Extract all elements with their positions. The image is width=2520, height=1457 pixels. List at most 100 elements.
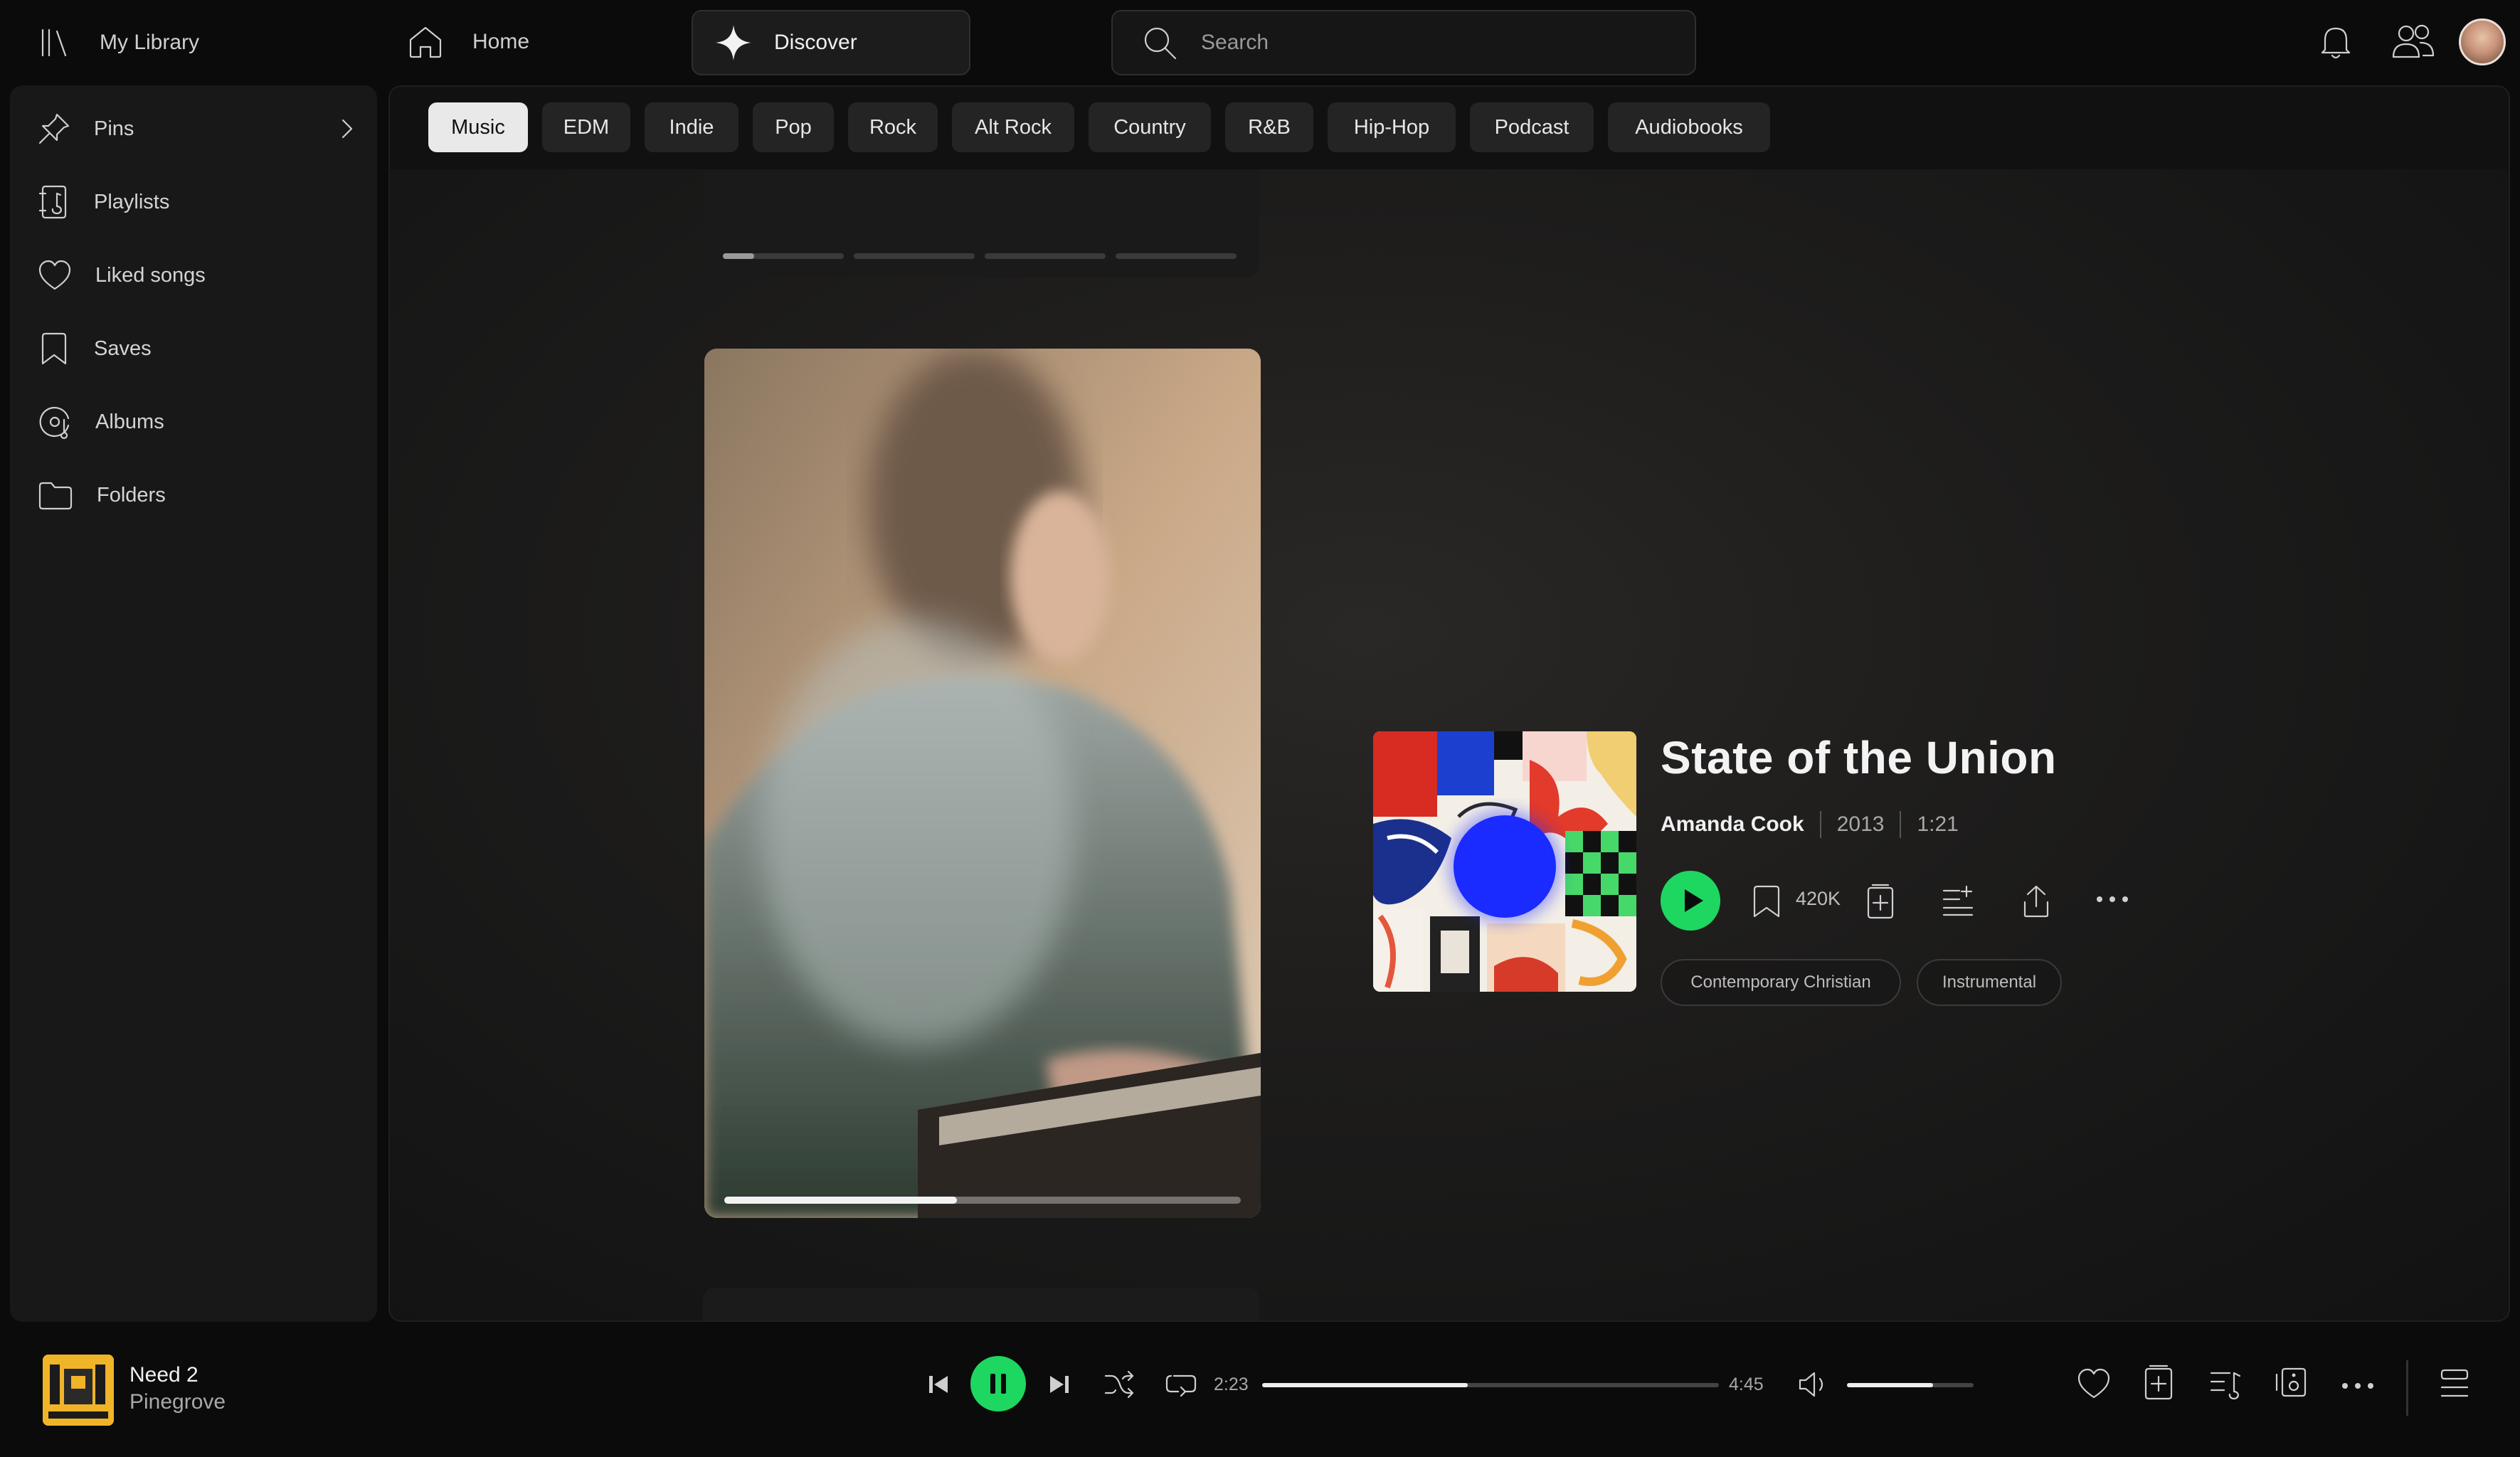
pause-icon: [990, 1374, 1006, 1394]
sidebar-item-playlists[interactable]: Playlists: [37, 181, 364, 223]
total-time: 4:45: [1729, 1374, 1764, 1394]
sidebar-item-label: Albums: [95, 410, 164, 433]
home-button[interactable]: Home: [407, 18, 529, 65]
sidebar: Pins Playlists Liked songs Saves Albums …: [10, 85, 377, 1322]
pause-button[interactable]: [970, 1356, 1026, 1411]
chip-audiobooks[interactable]: Audiobooks: [1608, 102, 1770, 152]
save-count: 420K: [1796, 888, 1841, 909]
discover-feed[interactable]: State of the Union Amanda Cook 2013 1:21…: [390, 169, 2509, 1320]
previous-video-card[interactable]: [703, 169, 1259, 277]
sidebar-item-liked-songs[interactable]: Liked songs: [37, 254, 364, 297]
sidebar-item-label: Pins: [94, 117, 134, 140]
story-segment: [854, 253, 975, 259]
chip-rnb[interactable]: R&B: [1225, 102, 1313, 152]
album-cover-image: [1373, 731, 1636, 992]
playback-progress-bar[interactable]: [1262, 1383, 1719, 1387]
track-meta: Amanda Cook 2013 1:21: [1661, 811, 1959, 838]
home-label: Home: [472, 30, 530, 53]
genre-tag[interactable]: Contemporary Christian: [1661, 959, 1901, 1006]
player-divider: [2406, 1360, 2408, 1416]
player-bar: Need 2 Pinegrove 2:23 4:45: [0, 1325, 2520, 1457]
video-frame: [704, 349, 1261, 1218]
video-progress-fill: [724, 1197, 957, 1204]
more-options-icon[interactable]: [2095, 892, 2130, 906]
category-chips: Music EDM Indie Pop Rock Alt Rock Countr…: [390, 87, 2509, 169]
album-icon: [37, 404, 73, 440]
main-content: Music EDM Indie Pop Rock Alt Rock Countr…: [388, 85, 2510, 1322]
library-toggle-button[interactable]: My Library: [38, 21, 199, 64]
genre-tag[interactable]: Instrumental: [1917, 959, 2062, 1006]
people-icon: [2391, 21, 2436, 61]
next-video-card[interactable]: [703, 1288, 1259, 1320]
chip-country[interactable]: Country: [1089, 102, 1211, 152]
track-duration: 1:21: [1917, 812, 1959, 836]
shuffle-icon[interactable]: [1103, 1369, 1135, 1400]
search-input[interactable]: [1200, 30, 1658, 55]
more-options-icon[interactable]: [2341, 1379, 2375, 1393]
folder-icon: [37, 479, 74, 512]
now-playing-view-icon[interactable]: [2437, 1366, 2472, 1400]
share-icon[interactable]: [2019, 884, 2053, 919]
previous-track-icon[interactable]: [926, 1372, 951, 1397]
next-track-icon[interactable]: [1047, 1372, 1071, 1397]
sidebar-item-label: Liked songs: [95, 263, 206, 287]
sidebar-item-label: Saves: [94, 337, 152, 360]
now-playing-title[interactable]: Need 2: [129, 1363, 198, 1387]
repeat-icon[interactable]: [1164, 1369, 1198, 1400]
search-icon: [1141, 24, 1178, 61]
story-segment: [1116, 253, 1237, 259]
volume-slider[interactable]: [1847, 1383, 1974, 1387]
top-bar: My Library Home Discover: [0, 0, 2520, 85]
pin-icon: [37, 112, 71, 146]
sidebar-item-saves[interactable]: Saves: [37, 327, 364, 370]
video-progress-bar[interactable]: [724, 1197, 1241, 1204]
story-segment-active: [723, 253, 754, 259]
track-artist-link[interactable]: Amanda Cook: [1661, 812, 1804, 837]
now-playing-art[interactable]: [43, 1355, 114, 1426]
chip-music[interactable]: Music: [428, 102, 528, 152]
chip-podcast[interactable]: Podcast: [1470, 102, 1594, 152]
playback-progress-fill: [1262, 1383, 1468, 1387]
chip-rock[interactable]: Rock: [848, 102, 938, 152]
playlist-icon: [37, 184, 71, 221]
meta-divider: [1900, 811, 1902, 838]
sidebar-item-folders[interactable]: Folders: [37, 474, 364, 516]
current-time: 2:23: [1214, 1374, 1249, 1394]
add-to-library-icon[interactable]: [2142, 1365, 2176, 1402]
chip-edm[interactable]: EDM: [542, 102, 630, 152]
discover-button[interactable]: Discover: [692, 10, 970, 75]
heart-icon: [37, 259, 73, 292]
queue-icon[interactable]: [2208, 1366, 2243, 1400]
sidebar-item-pins[interactable]: Pins: [37, 107, 364, 150]
library-label: My Library: [100, 31, 200, 54]
library-icon: [38, 27, 71, 58]
bell-icon: [2318, 23, 2354, 61]
heart-icon[interactable]: [2076, 1367, 2112, 1400]
chevron-right-icon[interactable]: [336, 117, 357, 140]
chip-hip-hop[interactable]: Hip-Hop: [1328, 102, 1456, 152]
volume-fill: [1847, 1383, 1934, 1387]
friends-button[interactable]: [2391, 21, 2436, 61]
album-art[interactable]: [1373, 731, 1636, 992]
add-to-library-icon[interactable]: [1863, 884, 1898, 921]
sidebar-item-label: Playlists: [94, 190, 170, 213]
discover-label: Discover: [774, 31, 857, 54]
add-to-queue-icon[interactable]: [1941, 884, 1976, 919]
chip-pop[interactable]: Pop: [753, 102, 834, 152]
bookmark-icon[interactable]: [1750, 884, 1783, 919]
volume-icon[interactable]: [1797, 1369, 1831, 1400]
search-box[interactable]: [1111, 10, 1696, 75]
chip-indie[interactable]: Indie: [645, 102, 738, 152]
video-player[interactable]: [704, 349, 1261, 1218]
story-segment: [985, 253, 1106, 259]
notifications-button[interactable]: [2318, 23, 2354, 61]
play-icon: [1685, 889, 1703, 912]
now-playing-artist[interactable]: Pinegrove: [129, 1390, 226, 1414]
play-button[interactable]: [1661, 871, 1720, 931]
sidebar-item-albums[interactable]: Albums: [37, 401, 364, 443]
user-avatar[interactable]: [2459, 18, 2506, 65]
chip-alt-rock[interactable]: Alt Rock: [952, 102, 1074, 152]
meta-divider: [1819, 811, 1821, 838]
sidebar-item-label: Folders: [97, 483, 166, 507]
connect-device-icon[interactable]: [2274, 1365, 2308, 1400]
